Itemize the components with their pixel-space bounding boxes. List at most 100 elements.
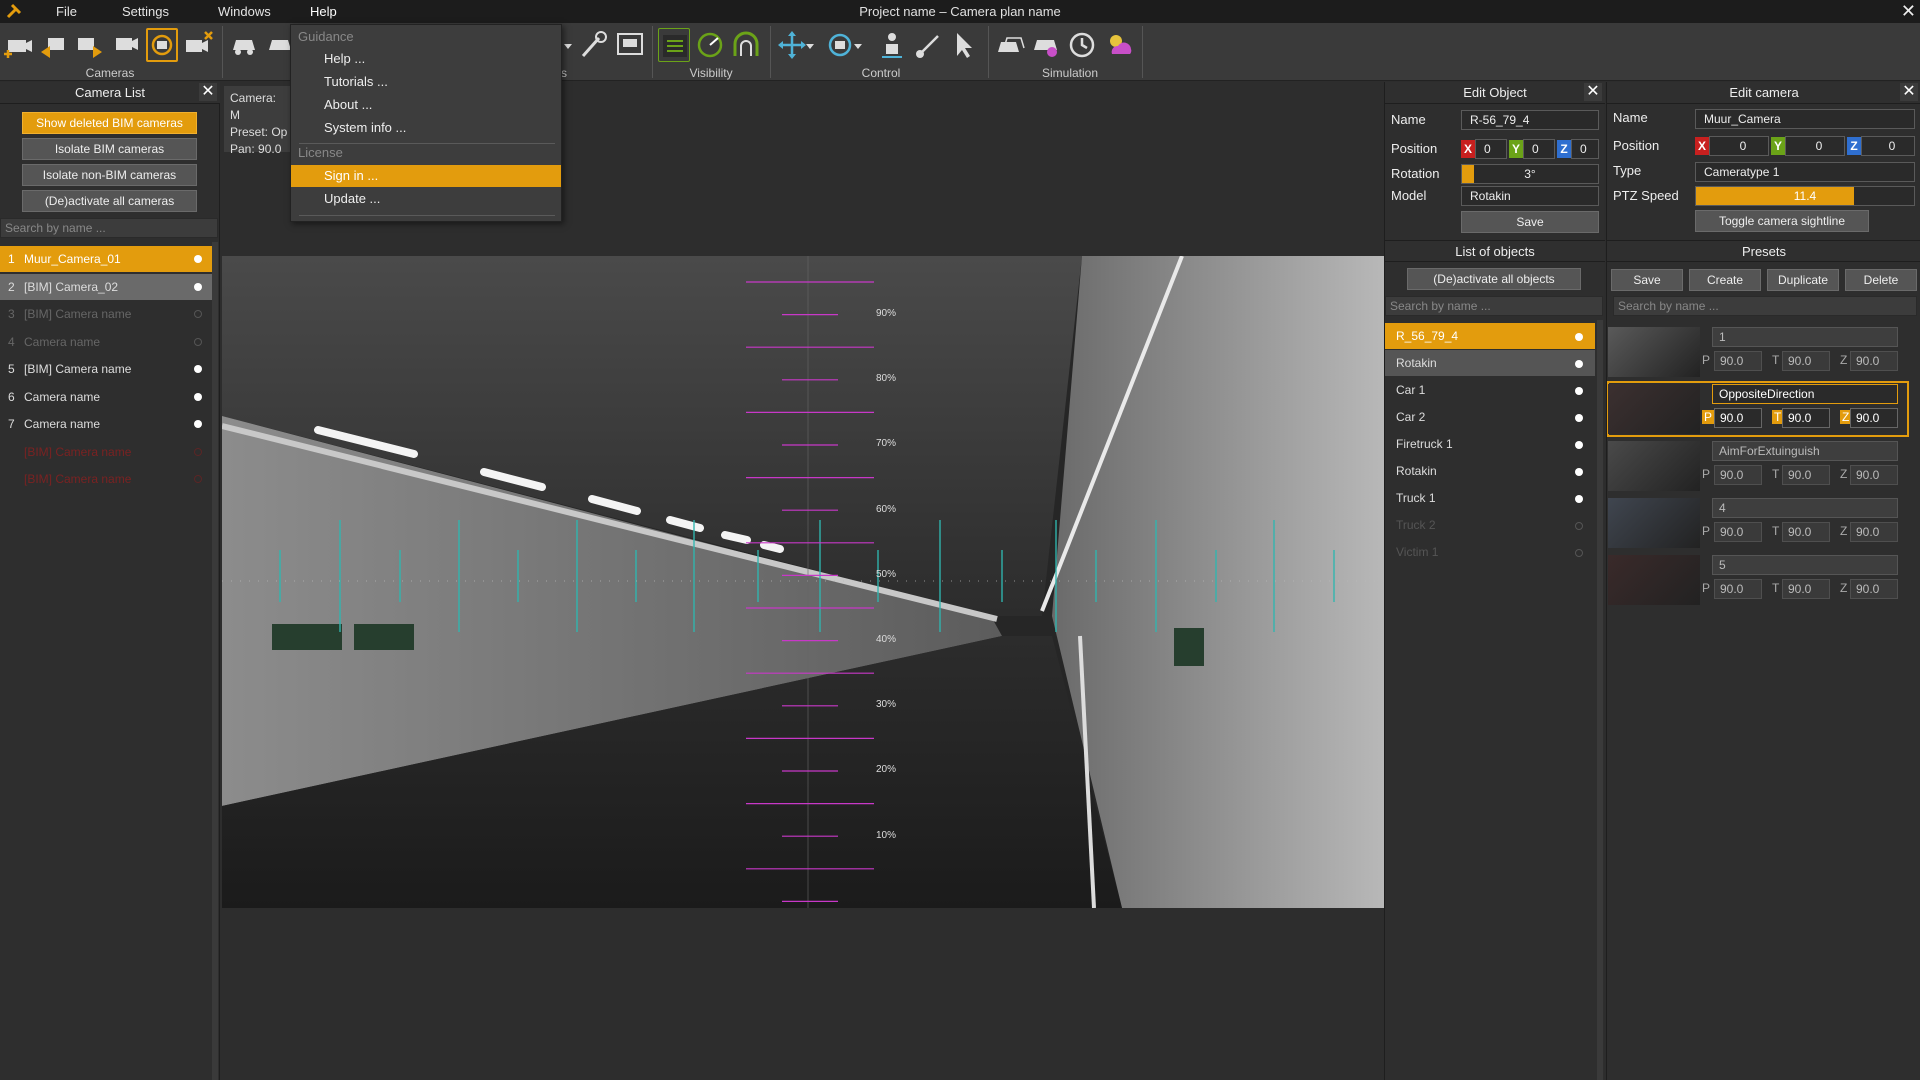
preset-t-value[interactable]: 90.0: [1782, 351, 1830, 371]
camera-active-toggle-icon[interactable]: [194, 365, 202, 373]
camera-active-toggle-icon[interactable]: [194, 420, 202, 428]
camera-position-x[interactable]: 0: [1709, 136, 1769, 156]
toggle-sightline-button[interactable]: Toggle camera sightline: [1695, 210, 1869, 232]
object-list-scrollbar[interactable]: [1597, 320, 1603, 1080]
preset-p-value[interactable]: 90.0: [1714, 351, 1762, 371]
move-icon[interactable]: [776, 28, 808, 62]
duplicate-preset-button[interactable]: Duplicate: [1767, 269, 1839, 291]
object-list-item[interactable]: Car 1: [1385, 377, 1595, 403]
camera-name-field[interactable]: Muur_Camera: [1695, 109, 1915, 129]
camera-active-toggle-icon[interactable]: [194, 475, 202, 483]
preset-p-value[interactable]: 90.0: [1714, 465, 1762, 485]
camera-active-toggle-icon[interactable]: [194, 255, 202, 263]
preset-name-field[interactable]: AimForExtuinguish: [1712, 441, 1898, 461]
deactivate-all-cameras-button[interactable]: (De)activate all cameras: [22, 190, 197, 212]
camera-list-item[interactable]: 6 Camera name: [0, 384, 212, 410]
object-name-field[interactable]: R-56_79_4: [1461, 110, 1599, 130]
preset-thumbnail[interactable]: [1608, 498, 1700, 548]
camera-active-toggle-icon[interactable]: [194, 337, 202, 346]
camera-type-select[interactable]: Cameratype 1: [1695, 162, 1915, 182]
object-list-item[interactable]: Victim 1: [1385, 539, 1595, 565]
preset-thumbnail[interactable]: [1608, 441, 1700, 491]
camera-list-scrollbar[interactable]: [212, 242, 218, 1080]
preset-z-value[interactable]: 90.0: [1850, 579, 1898, 599]
delete-preset-button[interactable]: Delete: [1845, 269, 1917, 291]
camera-list-item[interactable]: [BIM] Camera name: [0, 439, 212, 465]
object-model-select[interactable]: Rotakin: [1461, 186, 1599, 206]
deactivate-all-objects-button[interactable]: (De)activate all objects: [1407, 268, 1581, 290]
camera-viewport[interactable]: 90% 80% 70% 60% 50% 40% 30% 20% 10%: [222, 256, 1384, 908]
screen-icon[interactable]: [614, 28, 646, 62]
isolate-bim-button[interactable]: Isolate BIM cameras: [22, 138, 197, 160]
object-active-toggle-icon[interactable]: [1575, 333, 1583, 341]
visibility-radar-icon[interactable]: [694, 28, 726, 62]
camera-active-toggle-icon[interactable]: [194, 310, 202, 318]
fire-vehicle-icon[interactable]: [1030, 28, 1062, 62]
preset-z-value[interactable]: 90.0: [1850, 522, 1898, 542]
preset-z-value[interactable]: 90.0: [1850, 408, 1898, 428]
camera-active-toggle-icon[interactable]: [194, 447, 202, 456]
preset-p-value[interactable]: 90.0: [1714, 579, 1762, 599]
camera-list-item[interactable]: 7 Camera name: [0, 411, 212, 437]
object-active-toggle-icon[interactable]: [1575, 495, 1583, 503]
preset-thumbnail[interactable]: [1608, 384, 1700, 434]
preset-p-value[interactable]: 90.0: [1714, 408, 1762, 428]
object-active-toggle-icon[interactable]: [1575, 522, 1583, 530]
preset-name-field[interactable]: 4: [1712, 498, 1898, 518]
preset-item[interactable]: 5 P 90.0 T 90.0 Z 90.0: [1608, 553, 1908, 607]
visibility-tunnel-icon[interactable]: [730, 28, 762, 62]
object-list-item[interactable]: Truck 1: [1385, 485, 1595, 511]
object-rotation-slider[interactable]: 3°: [1461, 164, 1599, 184]
visibility-list-icon[interactable]: [658, 28, 690, 62]
preset-name-field[interactable]: OppositeDirection: [1712, 384, 1898, 404]
show-deleted-bim-button[interactable]: Show deleted BIM cameras: [22, 112, 197, 134]
camera-list-item[interactable]: 5 [BIM] Camera name: [0, 356, 212, 382]
traffic-icon[interactable]: [994, 28, 1026, 62]
object-list-item[interactable]: Rotakin: [1385, 350, 1595, 376]
vehicle-icon[interactable]: [228, 28, 260, 62]
help-menu-help[interactable]: Help ...: [291, 48, 561, 70]
delete-camera-icon[interactable]: [182, 28, 214, 62]
create-preset-button[interactable]: Create: [1689, 269, 1761, 291]
dropdown-arrow-icon[interactable]: [563, 28, 573, 62]
pointer-icon[interactable]: [948, 28, 980, 62]
preset-z-value[interactable]: 90.0: [1850, 351, 1898, 371]
preset-t-value[interactable]: 90.0: [1782, 522, 1830, 542]
object-position-x[interactable]: 0: [1475, 139, 1507, 159]
camera-position-z[interactable]: 0: [1861, 136, 1915, 156]
preset-p-value[interactable]: 90.0: [1714, 522, 1762, 542]
preset-thumbnail[interactable]: [1608, 555, 1700, 605]
preset-t-value[interactable]: 90.0: [1782, 465, 1830, 485]
help-menu-sign-in[interactable]: Sign in ...: [291, 165, 561, 187]
object-search-input[interactable]: Search by name ...: [1385, 296, 1603, 316]
preset-item[interactable]: 4 P 90.0 T 90.0 Z 90.0: [1608, 496, 1908, 550]
preset-t-value[interactable]: 90.0: [1782, 579, 1830, 599]
preset-item[interactable]: OppositeDirection P 90.0 T 90.0 Z 90.0: [1607, 381, 1909, 437]
camera-list-item[interactable]: 2 [BIM] Camera_02: [0, 273, 212, 300]
object-list-item[interactable]: Truck 2: [1385, 512, 1595, 538]
camera-active-toggle-icon[interactable]: [194, 392, 202, 401]
isolate-non-bim-button[interactable]: Isolate non-BIM cameras: [22, 164, 197, 186]
help-menu-tutorials[interactable]: Tutorials ...: [291, 71, 561, 93]
preset-thumbnail[interactable]: [1608, 327, 1700, 377]
dropdown-arrow-icon[interactable]: [853, 28, 863, 62]
window-close-icon[interactable]: ✕: [1901, 1, 1916, 21]
camera-list-item[interactable]: 1 Muur_Camera_01: [0, 246, 212, 272]
preset-item[interactable]: AimForExtuinguish P 90.0 T 90.0 Z 90.0: [1608, 439, 1908, 493]
close-icon[interactable]: ✕: [1900, 83, 1918, 101]
object-active-toggle-icon[interactable]: [1575, 414, 1583, 422]
dropdown-arrow-icon[interactable]: [805, 28, 815, 62]
save-object-button[interactable]: Save: [1461, 211, 1599, 233]
object-active-toggle-icon[interactable]: [1575, 360, 1583, 368]
camera-active-toggle-icon[interactable]: [194, 282, 202, 291]
object-list-item[interactable]: Firetruck 1: [1385, 431, 1595, 457]
camera-list-item[interactable]: 4 Camera name: [0, 329, 212, 355]
object-position-z[interactable]: 0: [1571, 139, 1599, 159]
preset-z-value[interactable]: 90.0: [1850, 465, 1898, 485]
measure-icon[interactable]: [577, 28, 609, 62]
clock-icon[interactable]: [1066, 28, 1098, 62]
preset-name-field[interactable]: 1: [1712, 327, 1898, 347]
help-menu-about[interactable]: About ...: [291, 94, 561, 116]
camera-list-item[interactable]: 3 [BIM] Camera name: [0, 301, 212, 327]
camera-search-input[interactable]: Search by name ...: [0, 218, 218, 238]
